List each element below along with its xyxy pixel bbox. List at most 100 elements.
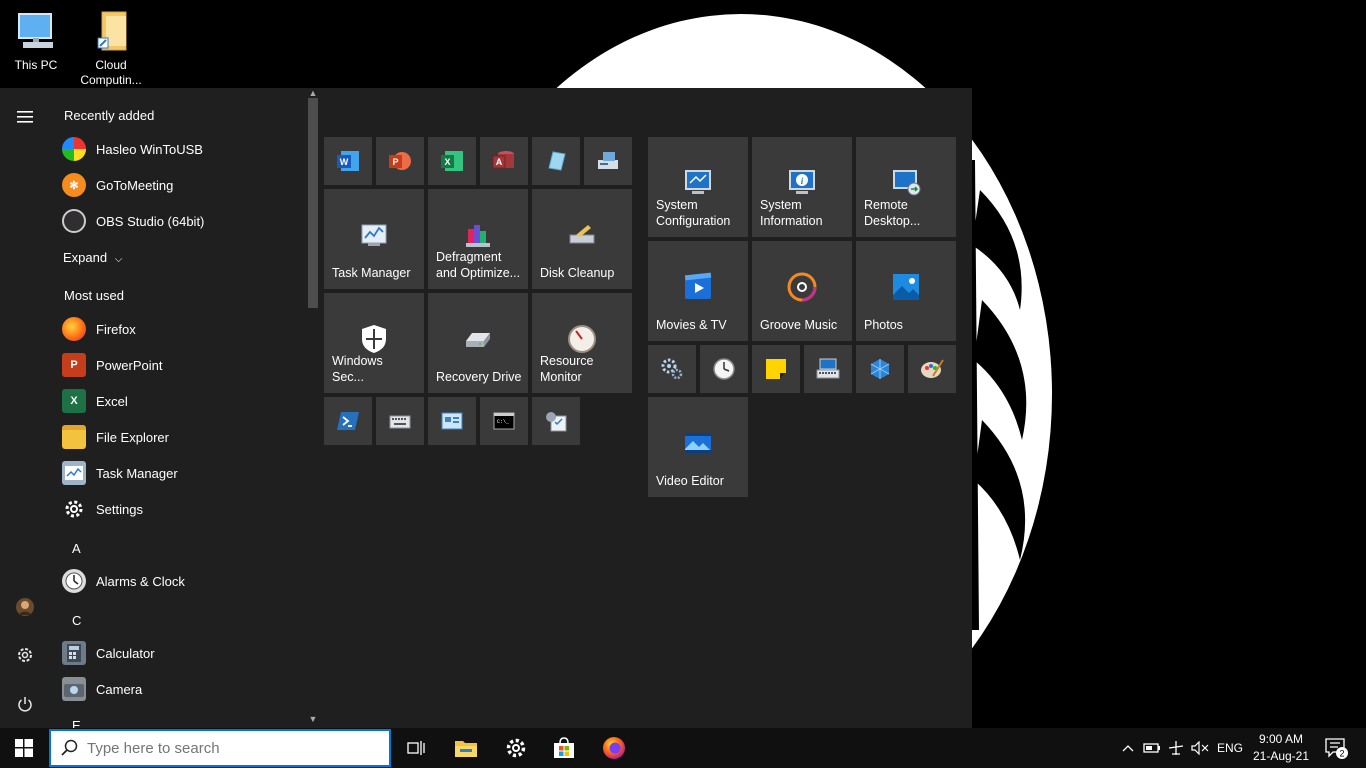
- airplane-mode-icon[interactable]: [1165, 728, 1187, 768]
- tile-system-information[interactable]: i System Information: [752, 137, 852, 237]
- tile-label: Defragment and Optimize...: [436, 250, 521, 280]
- app-settings[interactable]: Settings: [62, 493, 302, 525]
- tile-settings[interactable]: [648, 345, 696, 393]
- tile-command-prompt[interactable]: C:\_: [480, 397, 528, 445]
- powerpoint-icon: P: [389, 152, 411, 170]
- desktop-icon-cloud-computing[interactable]: Cloud Computin...: [76, 8, 146, 88]
- tile-label: Recovery Drive: [436, 370, 522, 384]
- tile-control-panel[interactable]: [428, 397, 476, 445]
- store-button[interactable]: [540, 728, 588, 768]
- app-powerpoint[interactable]: P PowerPoint: [62, 349, 302, 381]
- tile-system-configuration[interactable]: System Configuration: [648, 137, 748, 237]
- group-letter-e[interactable]: E: [72, 718, 81, 728]
- volume-muted-icon[interactable]: [1189, 728, 1211, 768]
- tile-label: Movies & TV: [656, 318, 727, 332]
- firefox-button[interactable]: [590, 728, 638, 768]
- tile-paint[interactable]: [908, 345, 956, 393]
- photos-icon: [893, 274, 919, 300]
- folder-shortcut-icon: [88, 8, 134, 54]
- tile-remote-desktop[interactable]: Remote Desktop...: [856, 137, 956, 237]
- app-gotomeeting[interactable]: ✻ GoToMeeting: [62, 169, 302, 201]
- app-firefox[interactable]: Firefox: [62, 313, 302, 345]
- tile-disk-cleanup[interactable]: Disk Cleanup: [532, 189, 632, 289]
- app-calculator[interactable]: Calculator: [62, 637, 302, 669]
- input-language[interactable]: ENG: [1214, 728, 1246, 768]
- powershell-icon: [337, 412, 359, 430]
- start-menu: Recently added Hasleo WinToUSB ✻ GoToMee…: [0, 88, 972, 728]
- tile-snipping[interactable]: [532, 137, 580, 185]
- search-input[interactable]: [87, 739, 367, 757]
- tile-clock[interactable]: [700, 345, 748, 393]
- tile-groove-music[interactable]: Groove Music: [752, 241, 852, 341]
- scanner-icon: [598, 152, 618, 169]
- tile-windows-security[interactable]: Windows Sec...: [324, 293, 424, 393]
- remote-desktop-icon: [893, 170, 921, 196]
- tile-movies-tv[interactable]: Movies & TV: [648, 241, 748, 341]
- group-letter-a[interactable]: A: [72, 541, 81, 556]
- network-icon[interactable]: [1141, 728, 1163, 768]
- file-explorer-icon: [455, 741, 477, 757]
- tile-task-manager[interactable]: Task Manager: [324, 189, 424, 289]
- power-icon[interactable]: [12, 691, 38, 717]
- tile-keyboard[interactable]: [376, 397, 424, 445]
- app-task-manager[interactable]: Task Manager: [62, 457, 302, 489]
- desktop-icon-this-pc[interactable]: This PC: [1, 8, 71, 73]
- show-hidden-icons-chevron[interactable]: [1118, 728, 1138, 768]
- app-label: GoToMeeting: [96, 177, 174, 193]
- settings-button[interactable]: [492, 728, 540, 768]
- gotomeeting-icon: ✻: [62, 173, 86, 197]
- app-alarms-clock[interactable]: Alarms & Clock: [62, 565, 302, 597]
- action-center-button[interactable]: 2: [1318, 728, 1354, 768]
- tile-label: Video Editor: [656, 474, 724, 488]
- tile-excel[interactable]: X: [428, 137, 476, 185]
- store-icon: [554, 737, 574, 758]
- tile-sticky-notes[interactable]: [752, 345, 800, 393]
- search-box[interactable]: [49, 729, 391, 767]
- scroll-up-icon[interactable]: ▲: [308, 88, 318, 98]
- tile-powershell[interactable]: [324, 397, 372, 445]
- start-button[interactable]: [0, 728, 48, 768]
- tile-photos[interactable]: Photos: [856, 241, 956, 341]
- app-camera[interactable]: Camera: [62, 673, 302, 705]
- most-used-heading: Most used: [64, 288, 124, 303]
- tile-access[interactable]: A: [480, 137, 528, 185]
- app-label: Camera: [96, 681, 143, 697]
- tile-on-screen-keyboard[interactable]: [804, 345, 852, 393]
- app-file-explorer[interactable]: File Explorer: [62, 421, 302, 453]
- task-view-button[interactable]: [392, 728, 440, 768]
- gear-icon[interactable]: [12, 642, 38, 668]
- app-list-scrollbar[interactable]: ▲ ▼: [306, 88, 320, 728]
- tile-powerpoint[interactable]: P: [376, 137, 424, 185]
- tile-recovery-drive[interactable]: Recovery Drive: [428, 293, 528, 393]
- scrollbar-thumb[interactable]: [308, 98, 318, 308]
- defragment-icon: [466, 225, 490, 247]
- app-obs-studio[interactable]: OBS Studio (64bit): [62, 205, 302, 237]
- tile-video-editor[interactable]: Video Editor: [648, 397, 748, 497]
- app-excel[interactable]: X Excel: [62, 385, 302, 417]
- folder-icon: [62, 425, 86, 449]
- paint-icon: [921, 359, 944, 378]
- access-icon: A: [492, 151, 514, 169]
- file-explorer-button[interactable]: [442, 728, 490, 768]
- gear-icon: [661, 358, 683, 380]
- expand-label: Expand: [63, 250, 108, 265]
- app-list: Recently added Hasleo WinToUSB ✻ GoToMee…: [48, 88, 304, 728]
- desktop-icon-label: Cloud Computin...: [80, 58, 142, 87]
- clock[interactable]: 9:00 AM 21-Aug-21: [1246, 731, 1316, 765]
- menu-icon[interactable]: [12, 104, 38, 130]
- tile-defragment[interactable]: Defragment and Optimize...: [428, 189, 528, 289]
- tile-word[interactable]: W: [324, 137, 372, 185]
- tile-scanner[interactable]: [584, 137, 632, 185]
- keyboard-icon: [389, 415, 411, 429]
- group-letter-c[interactable]: C: [72, 613, 81, 628]
- app-hasleo-wintousb[interactable]: Hasleo WinToUSB: [62, 133, 302, 165]
- user-avatar[interactable]: [12, 594, 38, 620]
- tile-3d-builder[interactable]: [856, 345, 904, 393]
- excel-icon: X: [441, 151, 463, 171]
- expand-button[interactable]: Expand ⌵: [63, 250, 122, 265]
- scroll-down-icon[interactable]: ▼: [308, 714, 318, 724]
- clock-icon: [713, 358, 735, 380]
- tile-task-scheduler[interactable]: [532, 397, 580, 445]
- tile-label: Windows Sec...: [332, 354, 383, 384]
- tile-resource-monitor[interactable]: Resource Monitor: [532, 293, 632, 393]
